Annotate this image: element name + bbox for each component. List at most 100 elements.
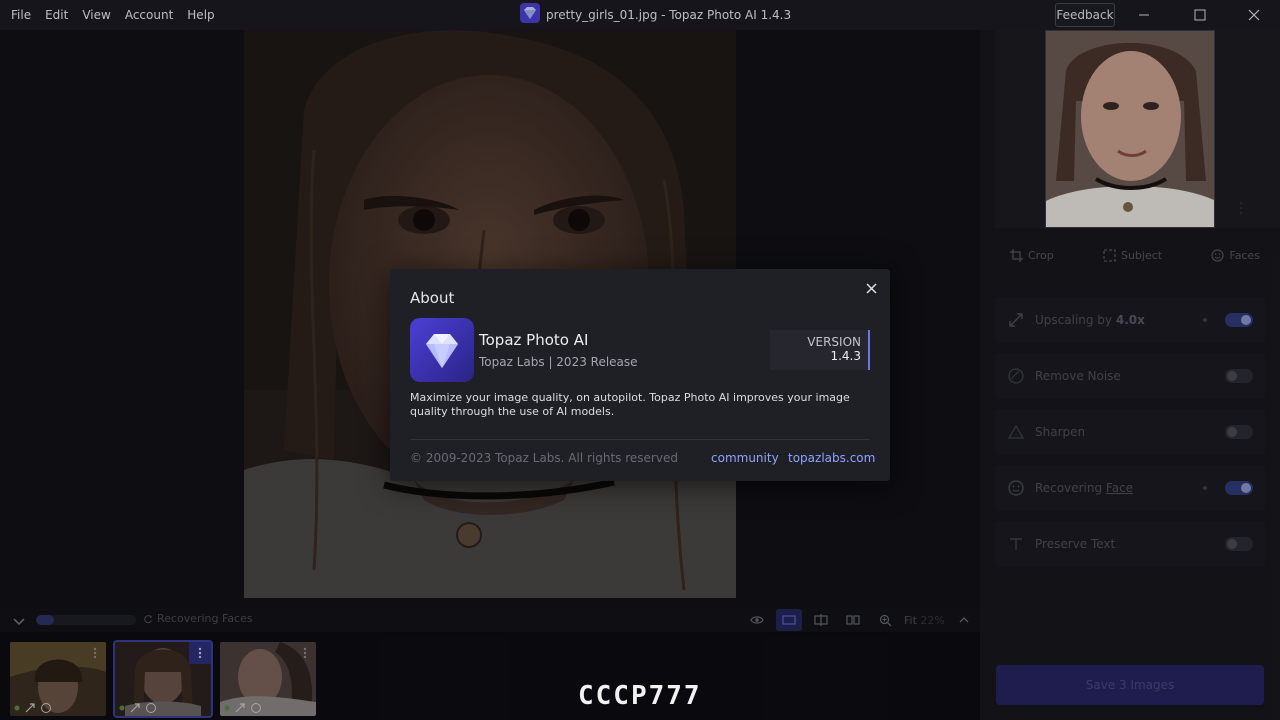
- status-label: Recovering Faces: [143, 612, 253, 625]
- subject-icon: [1103, 248, 1116, 262]
- single-view-icon: [782, 615, 796, 625]
- thumbnail-status: [224, 702, 262, 714]
- side-by-side-button[interactable]: [840, 609, 866, 631]
- app-name: Topaz Photo AI: [479, 331, 589, 349]
- dialog-close-button[interactable]: [862, 279, 880, 297]
- subject-tool[interactable]: Subject: [1103, 249, 1162, 262]
- sharpen-toggle[interactable]: [1225, 425, 1253, 439]
- copyright-text: © 2009-2023 Topaz Labs. All rights reser…: [410, 451, 678, 465]
- dialog-divider: [410, 439, 870, 440]
- minimize-icon: [1139, 14, 1149, 16]
- upscaling-label: Upscaling by 4.0x: [1035, 313, 1145, 327]
- menu-help[interactable]: Help: [180, 0, 221, 30]
- upscaling-indicator: [1203, 318, 1207, 322]
- collapse-button[interactable]: [12, 613, 26, 632]
- title-bar: File Edit View Account Help pretty_girls…: [0, 0, 1280, 30]
- preserve-text-row[interactable]: Preserve Text: [995, 521, 1265, 567]
- minimize-button[interactable]: [1121, 0, 1167, 30]
- subject-label: Subject: [1120, 248, 1163, 262]
- zoom-level[interactable]: Fit 22%: [904, 614, 945, 627]
- remove-noise-toggle[interactable]: [1225, 369, 1253, 383]
- recovering-face-toggle[interactable]: [1225, 481, 1253, 495]
- thumbnail-status: [14, 702, 52, 714]
- thumbnail-2[interactable]: [113, 640, 213, 718]
- recovering-face-row[interactable]: Recovering Face: [995, 465, 1265, 511]
- faces-tool[interactable]: Faces: [1211, 249, 1260, 262]
- processing-progress: [36, 615, 136, 625]
- single-view-button[interactable]: [776, 609, 802, 631]
- zoom-button[interactable]: [872, 609, 898, 631]
- preserve-text-toggle[interactable]: [1225, 537, 1253, 551]
- version-box: VERSION 1.4.3: [770, 330, 870, 370]
- close-icon: [1248, 9, 1260, 21]
- zoom-icon: [879, 614, 891, 626]
- menu-view[interactable]: View: [75, 0, 117, 30]
- close-icon: [865, 282, 877, 294]
- close-window-button[interactable]: [1231, 0, 1277, 30]
- menu-file[interactable]: File: [4, 0, 38, 30]
- status-text: Recovering Faces: [157, 612, 253, 625]
- face-icon: [1211, 248, 1224, 262]
- status-dot-icon: [224, 705, 230, 711]
- menu-bar: File Edit View Account Help: [0, 0, 222, 30]
- face-recovery-icon: [1007, 479, 1025, 497]
- community-link[interactable]: community: [711, 451, 779, 465]
- view-controls: Fit 22%: [744, 608, 977, 632]
- navigator-preview[interactable]: [1045, 30, 1215, 228]
- thumbnail-1[interactable]: [10, 642, 106, 716]
- window-title: pretty_girls_01.jpg - Topaz Photo AI 1.4…: [520, 0, 791, 30]
- upscale-small-icon: [235, 703, 245, 713]
- dialog-description: Maximize your image quality, on autopilo…: [410, 391, 850, 418]
- thumbnail-menu-icon[interactable]: [294, 642, 316, 664]
- face-settings-link[interactable]: Face: [1106, 481, 1133, 495]
- maximize-button[interactable]: [1177, 0, 1223, 30]
- chevron-up-icon: [959, 617, 969, 623]
- version-number: 1.4.3: [830, 349, 861, 363]
- sharpen-label: Sharpen: [1035, 425, 1086, 439]
- sharpen-row[interactable]: Sharpen: [995, 409, 1265, 455]
- window-title-text: pretty_girls_01.jpg - Topaz Photo AI 1.4…: [546, 8, 792, 22]
- preview-toggle-button[interactable]: [744, 609, 770, 631]
- text-icon: [1007, 535, 1025, 553]
- eye-icon: [750, 616, 764, 624]
- preview-menu-icon[interactable]: [1238, 200, 1244, 220]
- faces-label: Faces: [1229, 248, 1260, 262]
- selection-tools: Crop Subject Faces: [1000, 240, 1270, 270]
- preserve-text-label: Preserve Text: [1035, 537, 1116, 551]
- expand-button[interactable]: [951, 609, 977, 631]
- upscaling-toggle[interactable]: [1225, 313, 1253, 327]
- remove-noise-row[interactable]: Remove Noise: [995, 353, 1265, 399]
- status-dot-icon: [119, 705, 125, 711]
- crop-tool[interactable]: Crop: [1010, 248, 1054, 262]
- thumbnail-3[interactable]: [220, 642, 316, 716]
- app-publisher: Topaz Labs | 2023 Release: [479, 355, 638, 369]
- upscaling-row[interactable]: Upscaling by 4.0x: [995, 297, 1265, 343]
- maximize-icon: [1194, 9, 1206, 21]
- crop-label: Crop: [1028, 248, 1054, 262]
- thumbnail-status: [119, 702, 157, 714]
- thumbnail-menu-icon[interactable]: [189, 642, 211, 664]
- face-small-icon: [41, 703, 51, 713]
- progress-fill: [36, 615, 54, 625]
- app-logo-icon: [410, 318, 474, 382]
- remove-noise-label: Remove Noise: [1035, 369, 1121, 383]
- save-images-button[interactable]: Save 3 Images: [996, 665, 1264, 705]
- menu-account[interactable]: Account: [118, 0, 180, 30]
- side-by-side-icon: [846, 615, 860, 625]
- refresh-icon: [144, 614, 153, 623]
- website-link[interactable]: topazlabs.com: [788, 451, 875, 465]
- upscale-small-icon: [130, 703, 140, 713]
- face-small-icon: [146, 703, 156, 713]
- watermark-text: CCCP777: [578, 681, 702, 711]
- version-label: VERSION: [807, 335, 861, 349]
- feedback-button[interactable]: Feedback: [1055, 3, 1115, 27]
- menu-edit[interactable]: Edit: [38, 0, 75, 30]
- app-logo-icon: [520, 3, 540, 27]
- noise-icon: [1007, 367, 1025, 385]
- recovering-face-label: Recovering Face: [1035, 481, 1134, 495]
- upscale-icon: [1007, 311, 1025, 329]
- split-view-button[interactable]: [808, 609, 834, 631]
- thumbnail-menu-icon[interactable]: [84, 642, 106, 664]
- split-view-icon: [814, 614, 828, 626]
- crop-icon: [1010, 248, 1023, 262]
